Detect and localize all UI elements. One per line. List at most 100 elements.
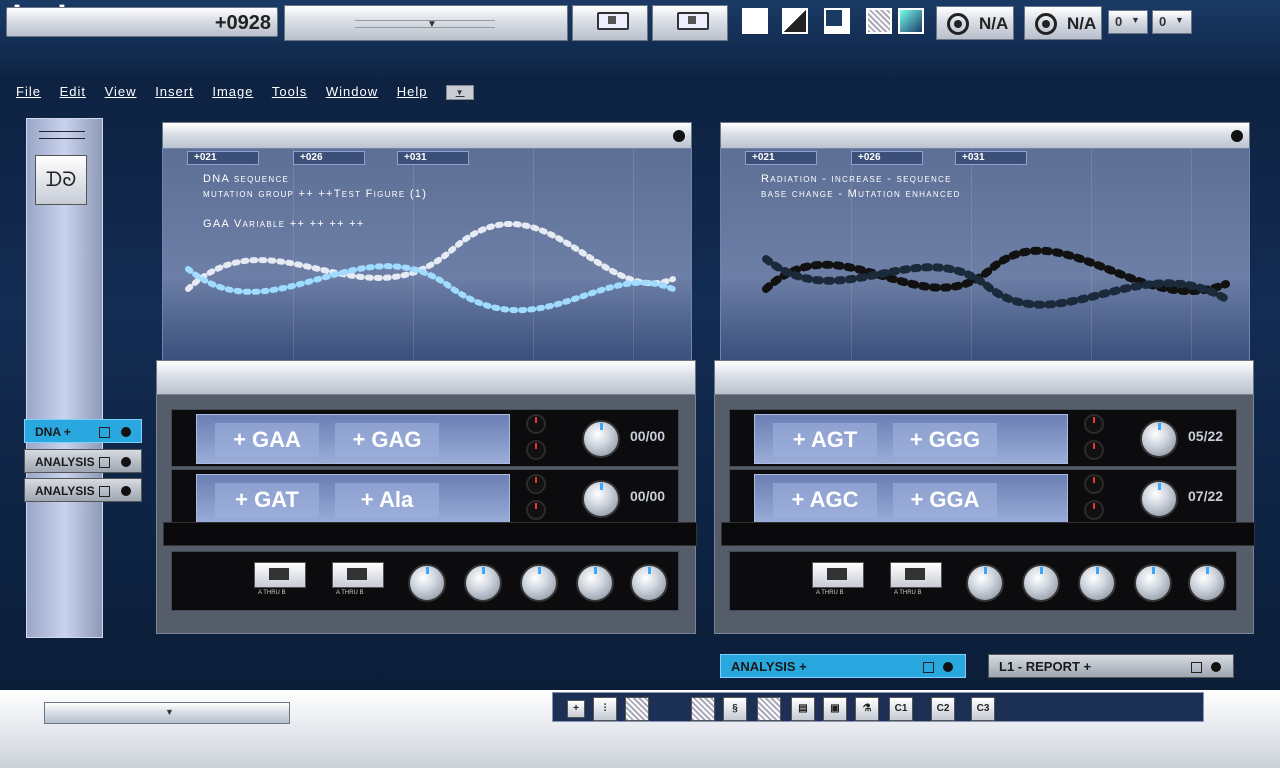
mini-knob[interactable]	[526, 440, 546, 460]
codon-button[interactable]: + GGG	[893, 423, 997, 457]
chevron-down-icon: ▼	[1175, 15, 1184, 25]
menu-window[interactable]: Window	[326, 84, 378, 99]
dial-knob[interactable]	[464, 564, 502, 602]
image-icon[interactable]: ▣	[823, 697, 847, 721]
lab-icon[interactable]: ⚗	[855, 697, 879, 721]
menu-file[interactable]: File	[16, 84, 41, 99]
dna-icon[interactable]: §	[723, 697, 747, 721]
thru-toggle[interactable]	[254, 562, 306, 588]
codon-button[interactable]: + GGA	[893, 483, 997, 517]
dial-knob[interactable]	[1188, 564, 1226, 602]
dial-knob[interactable]	[576, 564, 614, 602]
black-status-bar	[721, 522, 1255, 546]
panel-title-bar	[162, 122, 692, 150]
dial-knob[interactable]	[408, 564, 446, 602]
codon-button[interactable]: + GAA	[215, 423, 319, 457]
codon-button[interactable]: + AGC	[773, 483, 877, 517]
dial-knob[interactable]	[1022, 564, 1060, 602]
dial-knob[interactable]	[1140, 420, 1178, 458]
na-button-2[interactable]: N/A	[1024, 6, 1102, 40]
record-icon	[947, 13, 969, 35]
mini-knob[interactable]	[526, 474, 546, 494]
c1-button[interactable]: C1	[889, 697, 913, 721]
sidebar-tab-analysis-1[interactable]: ANALYSIS	[24, 449, 142, 473]
fill-half-icon[interactable]	[782, 8, 808, 34]
sidebar-collapse-icon[interactable]	[39, 131, 85, 139]
codon-button[interactable]: + Ala	[335, 483, 439, 517]
hatch-icon[interactable]	[625, 697, 649, 721]
dial-knob[interactable]	[582, 420, 620, 458]
black-status-bar	[163, 522, 697, 546]
menu-edit[interactable]: Edit	[60, 84, 86, 99]
chevron-down-icon: ▼	[427, 19, 437, 30]
thru-toggle-a[interactable]	[572, 5, 648, 41]
copy-icon[interactable]	[1191, 662, 1202, 673]
sidebar-tab-label: DNA +	[35, 425, 71, 439]
menu-insert[interactable]: Insert	[155, 84, 194, 99]
close-icon[interactable]	[1211, 662, 1221, 672]
na-button-1[interactable]: N/A	[936, 6, 1014, 40]
codon-row-2: + GAT + Ala 00/00	[171, 469, 679, 527]
close-icon[interactable]	[121, 486, 131, 496]
close-icon[interactable]	[121, 457, 131, 467]
add-button[interactable]: +	[567, 700, 585, 718]
codon-button[interactable]: + AGT	[773, 423, 877, 457]
close-icon[interactable]	[943, 662, 953, 672]
dial-knob[interactable]	[1140, 480, 1178, 518]
report-tab[interactable]: L1 - REPORT +	[988, 654, 1234, 678]
mini-knob[interactable]	[526, 500, 546, 520]
frame-icon[interactable]	[824, 8, 850, 34]
dial-knob[interactable]	[1134, 564, 1172, 602]
mini-knob[interactable]	[1084, 500, 1104, 520]
copy-icon[interactable]	[99, 486, 110, 497]
thru-label: A THRU B	[336, 590, 364, 596]
dial-knob[interactable]	[966, 564, 1004, 602]
sidebar-tab-dna[interactable]: DNA +	[24, 419, 142, 443]
dna-logo-button[interactable]: ᗪᘐ	[35, 155, 87, 205]
copy-icon[interactable]	[923, 662, 934, 673]
gradient-icon[interactable]	[898, 8, 924, 34]
mini-knob[interactable]	[1084, 440, 1104, 460]
dial-knob[interactable]	[520, 564, 558, 602]
thru-toggle[interactable]	[890, 562, 942, 588]
menu-dropdown-icon[interactable]: ▼	[446, 85, 475, 101]
codon-box: + GAA + GAG	[196, 414, 510, 464]
c3-button[interactable]: C3	[971, 697, 995, 721]
bottom-dropdown[interactable]: ▼	[44, 702, 290, 724]
counter-display: +0928	[6, 7, 278, 37]
codon-button[interactable]: + GAT	[215, 483, 319, 517]
close-icon[interactable]	[1231, 130, 1243, 142]
codon-button[interactable]: + GAG	[335, 423, 439, 457]
mini-knob[interactable]	[526, 414, 546, 434]
dial-knob[interactable]	[1078, 564, 1116, 602]
menu-tools[interactable]: Tools	[272, 84, 307, 99]
hatch-icon[interactable]	[691, 697, 715, 721]
analysis-tab[interactable]: ANALYSIS +	[720, 654, 966, 678]
dial-knob[interactable]	[582, 480, 620, 518]
menu-help[interactable]: Help	[397, 84, 428, 99]
dial-knob[interactable]	[630, 564, 668, 602]
fill-white-icon[interactable]	[742, 8, 768, 34]
close-icon[interactable]	[121, 427, 131, 437]
thru-toggle[interactable]	[812, 562, 864, 588]
hatch-icon[interactable]	[757, 697, 781, 721]
top-dropdown[interactable]: ▼	[284, 5, 568, 41]
row-count: 05/22	[1188, 428, 1224, 444]
mini-knob[interactable]	[1084, 474, 1104, 494]
mini-knob[interactable]	[1084, 414, 1104, 434]
thru-toggle[interactable]	[332, 562, 384, 588]
copy-icon[interactable]	[99, 427, 110, 438]
menu-view[interactable]: View	[105, 84, 137, 99]
menu-image[interactable]: Image	[212, 84, 253, 99]
thru-toggle-b[interactable]	[652, 5, 728, 41]
c2-button[interactable]: C2	[931, 697, 955, 721]
close-icon[interactable]	[673, 130, 685, 142]
document-icon[interactable]: ▤	[791, 697, 815, 721]
select-2[interactable]: 0 ▼	[1152, 10, 1192, 34]
hatch-icon[interactable]	[866, 8, 892, 34]
copy-icon[interactable]	[99, 457, 110, 468]
select-1[interactable]: 0 ▼	[1108, 10, 1148, 34]
control-row: A THRU B A THRU B	[729, 551, 1237, 611]
sliders-icon[interactable]: ⫶	[593, 697, 617, 721]
sidebar-tab-analysis-2[interactable]: ANALYSIS	[24, 478, 142, 502]
